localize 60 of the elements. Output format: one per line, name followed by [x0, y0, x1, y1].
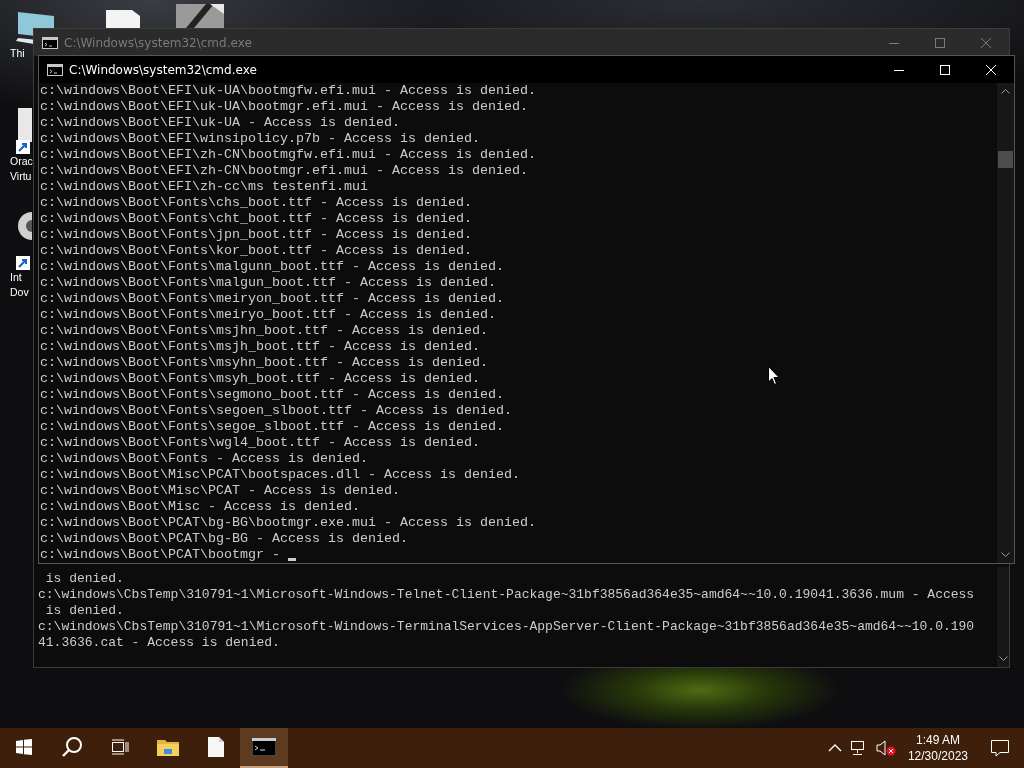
console-line: 41.3636.cat - Access is denied.	[38, 635, 280, 651]
text-cursor	[287, 558, 296, 561]
console-line: c:\windows\Boot\EFI\winsipolicy.p7b - Access is denied.	[40, 131, 480, 147]
window-title: C:\Windows\system32\cmd.exe	[69, 62, 257, 77]
console-line: c:\windows\Boot\PCAT\bootmgr -	[40, 547, 281, 563]
console-line: c:\windows\Boot\EFI\zh-cc\ms testenfi.mui	[40, 179, 368, 195]
console-line: c:\windows\Boot\EFI\uk-UA - Access is denied.	[40, 115, 400, 131]
console-icon	[47, 63, 63, 76]
console-line: c:\windows\Boot\Misc - Access is denied.	[40, 499, 360, 515]
console-icon	[42, 36, 58, 49]
console-line: c:\windows\Boot\Fonts\msjhn_boot.ttf - Access is denied.	[40, 323, 488, 339]
clock[interactable]: 1:49 AM 12/30/2023	[899, 728, 976, 768]
search-icon	[61, 736, 83, 758]
console-line: c:\windows\Boot\Fonts\kor_boot.ttf - Access is denied.	[40, 243, 472, 259]
scrollbar-thumb[interactable]	[998, 151, 1013, 168]
window-title: C:\Windows\system32\cmd.exe	[64, 35, 252, 50]
file-icon	[208, 737, 224, 757]
task-view-icon	[111, 739, 129, 755]
console-line: c:\windows\Boot\Fonts\wgl4_boot.ttf - Access is denied.	[40, 435, 480, 451]
console-line: c:\windows\Boot\Fonts\segoen_slboot.ttf - Access is denied.	[40, 403, 512, 419]
console-line: c:\windows\Boot\Fonts\malgun_boot.ttf - Access is denied.	[40, 275, 496, 291]
console-line: c:\windows\Boot\Misc\PCAT\bootspaces.dll - Access is denied.	[40, 467, 520, 483]
console-line: c:\windows\Boot\PCAT\bg-BG\bootmgr.exe.mui - Access is denied.	[40, 515, 536, 531]
scrollbar[interactable]	[997, 567, 1009, 667]
console-line: c:\windows\Boot\Fonts\malgunn_boot.ttf - Access is denied.	[40, 259, 504, 275]
console-line: c:\windows\Boot\Fonts\meiryon_boot.ttf - Access is denied.	[40, 291, 504, 307]
box-icon[interactable]	[16, 108, 32, 154]
console-line: c:\windows\Boot\Fonts\msyhn_boot.ttf - Access is denied.	[40, 355, 488, 371]
console-line: c:\windows\Boot\EFI\zh-CN\bootmgfw.efi.mui - Access is denied.	[40, 147, 536, 163]
console-line: is denied.	[44, 571, 124, 587]
console-line: is denied.	[44, 603, 124, 619]
console-line: c:\windows\Boot\PCAT\bg-BG - Access is denied.	[40, 531, 408, 547]
console-line: c:\windows\Boot\Fonts\cht_boot.ttf - Access is denied.	[40, 211, 472, 227]
scrollbar[interactable]	[997, 83, 1014, 563]
taskbar-button[interactable]	[240, 728, 288, 768]
console-line: c:\windows\Boot\Fonts\msyh_boot.ttf - Access is denied.	[40, 371, 480, 387]
folder-icon	[157, 738, 179, 756]
console-line: c:\windows\Boot\EFI\uk-UA\bootmgr.efi.mui - Access is denied.	[40, 99, 528, 115]
console-line: c:\windows\Boot\Fonts\jpn_boot.ttf - Access is denied.	[40, 227, 472, 243]
console-line: c:\windows\Boot\Misc\PCAT - Access is denied.	[40, 483, 400, 499]
console-line: c:\windows\Boot\Fonts\meiryo_boot.ttf - Access is denied.	[40, 307, 496, 323]
console-line: c:\windows\CbsTemp\310791~1\Microsoft-Windows-Telnet-Client-Package~31bf3856ad364e35~amd64~~10.0.19041.3636.mum - Access	[38, 587, 975, 603]
icon-label: Int	[10, 270, 22, 285]
disc-icon[interactable]	[16, 212, 32, 270]
console-line: c:\windows\Boot\Fonts\msjh_boot.ttf - Access is denied.	[40, 339, 480, 355]
console-line: c:\windows\Boot\Fonts\segmono_boot.ttf - Access is denied.	[40, 387, 504, 403]
console-line: c:\windows\Boot\Fonts\chs_boot.ttf - Access is denied.	[40, 195, 472, 211]
console-line: c:\windows\CbsTemp\310791~1\Microsoft-Windows-TerminalServices-AppServer-Client-Package~31bf3856ad364e35~amd64~~10.0.190	[38, 619, 975, 635]
console-line: c:\windows\Boot\EFI\zh-CN\bootmgr.efi.mui - Access is denied.	[40, 163, 528, 179]
start-icon	[16, 739, 32, 755]
console-icon	[252, 738, 276, 756]
image-icon[interactable]	[176, 4, 224, 28]
icon-label: Virtu	[10, 169, 32, 184]
console-line: c:\windows\Boot\Fonts\segoe_slboot.ttf - Access is denied.	[40, 419, 504, 435]
mouse-pointer-icon	[768, 366, 780, 386]
icon-label: Orac	[10, 154, 33, 169]
icon-label: Dov	[10, 285, 29, 300]
console-line: c:\windows\Boot\Fonts - Access is denied.	[40, 451, 368, 467]
icon-label: Thi	[10, 46, 25, 61]
console-line: c:\windows\Boot\EFI\uk-UA\bootmgfw.efi.mui - Access is denied.	[40, 83, 536, 99]
